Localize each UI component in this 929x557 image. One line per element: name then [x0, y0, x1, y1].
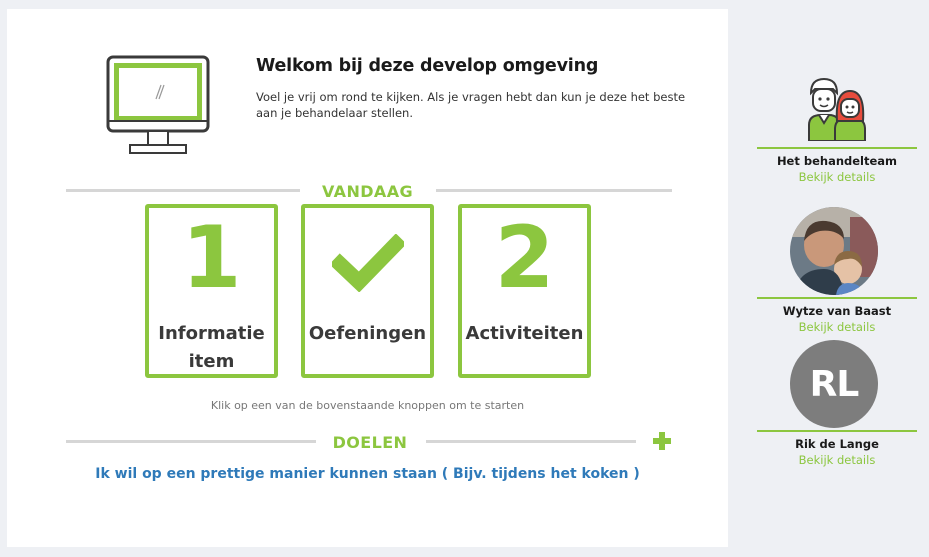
- tile-count: 1: [181, 208, 242, 308]
- checkmark-icon: [332, 234, 404, 292]
- view-details-link[interactable]: Bekijk details: [757, 320, 917, 334]
- tiles-hint: Klik op een van de bovenstaande knoppen …: [210, 399, 525, 412]
- tile-label: Activiteiten: [465, 323, 584, 344]
- goals-section-title: DOELEN: [332, 433, 408, 452]
- section-divider: [436, 189, 672, 192]
- section-divider: [66, 440, 316, 443]
- practitioner-card: Wytze van Baast Bekijk details: [757, 297, 917, 334]
- tile-label: Informatie item: [158, 323, 265, 372]
- team-card: Het behandelteam Bekijk details: [757, 147, 917, 184]
- avatar-initials: RL: [809, 363, 860, 405]
- photo-avatar: [790, 207, 878, 295]
- tile-oefeningen[interactable]: Oefeningen: [301, 204, 434, 378]
- tile-activiteiten[interactable]: 2 Activiteiten: [458, 204, 591, 378]
- view-details-link[interactable]: Bekijk details: [757, 453, 917, 467]
- welcome-title: Welkom bij deze develop omgeving: [256, 56, 599, 76]
- avatar[interactable]: RL: [790, 340, 878, 428]
- tile-count: 2: [494, 208, 555, 308]
- view-details-link[interactable]: Bekijk details: [757, 170, 917, 184]
- section-divider: [66, 189, 300, 192]
- tile-informatie-item[interactable]: 1 Informatie item: [145, 204, 278, 378]
- today-section-title: VANDAAG: [321, 182, 414, 201]
- add-goal-button[interactable]: [652, 431, 672, 451]
- goal-item-link[interactable]: Ik wil op een prettige manier kunnen sta…: [7, 466, 728, 482]
- member-divider: [757, 147, 917, 149]
- section-divider: [426, 440, 636, 443]
- member-name: Het behandelteam: [776, 154, 898, 168]
- member-name: Rik de Lange: [795, 437, 879, 451]
- tile-label: Oefeningen: [308, 323, 427, 344]
- welcome-text: Voel je vrij om rond te kijken. Als je v…: [256, 90, 686, 120]
- team-icon: [808, 77, 866, 141]
- member-divider: [757, 297, 917, 299]
- member-name: Wytze van Baast: [782, 304, 892, 318]
- avatar[interactable]: [790, 207, 878, 295]
- monitor-icon: [106, 55, 210, 154]
- member-divider: [757, 430, 917, 432]
- practitioner-card: Rik de Lange Bekijk details: [757, 430, 917, 467]
